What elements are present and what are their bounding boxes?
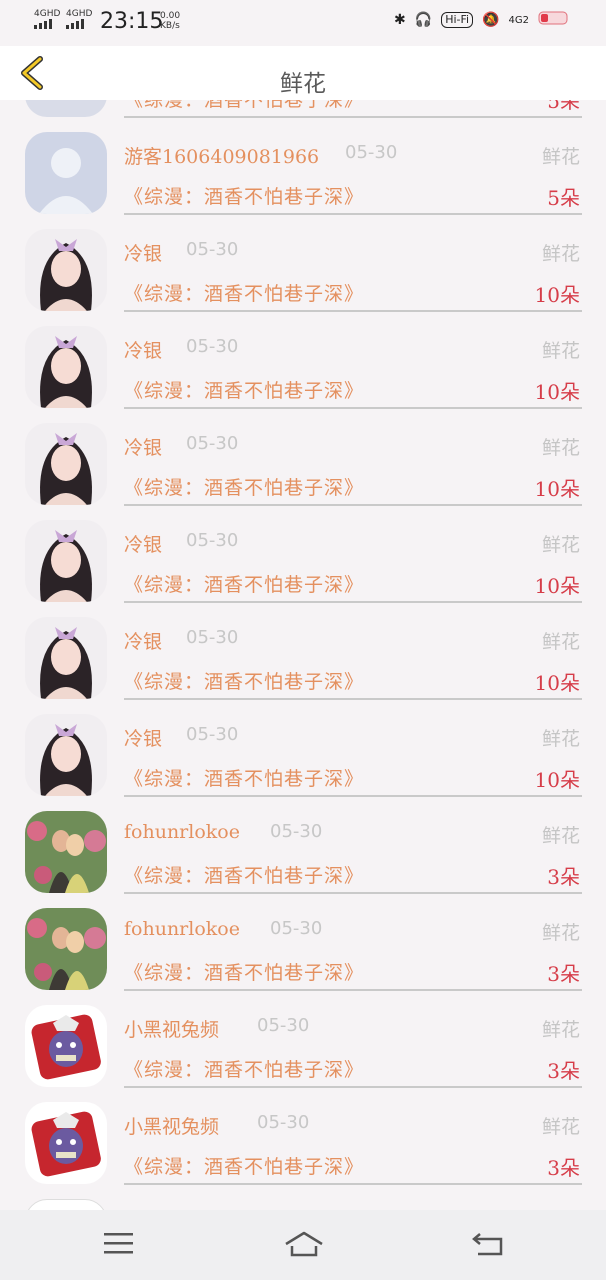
net-speed-unit: KB/s — [160, 21, 180, 31]
gift-type: 鲜花 — [541, 1019, 580, 1041]
gift-type: 鲜花 — [541, 534, 580, 556]
gift-date: 05-30 — [270, 821, 323, 842]
page-title: 鲜花 — [280, 71, 326, 97]
user-name: fohunrlokoe — [124, 821, 240, 843]
user-name: 冷银 — [124, 534, 163, 556]
gift-date: 05-30 — [186, 627, 239, 648]
list-item[interactable]: 冷银 05-30 鲜花 《综漫：酒香不怕巷子深》 10朵 — [0, 585, 606, 700]
gift-date: 05-30 — [186, 530, 239, 551]
mute-bell-icon: 🔕 — [482, 12, 500, 28]
user-name: fohunrlokoe — [124, 918, 240, 940]
signal-bars-icon — [34, 19, 52, 29]
user-name: 小黑视兔频 — [124, 1116, 220, 1138]
gift-type: 鲜花 — [541, 340, 580, 362]
net-speed-value: 0.00 — [160, 11, 181, 21]
user-name: 冷银 — [124, 340, 163, 362]
user-avatar — [25, 1199, 107, 1210]
battery-icon — [538, 10, 572, 30]
list-item[interactable]: 冷银 05-30 鲜花 《综漫：酒香不怕巷子深》 10朵 — [0, 294, 606, 409]
signal-2: 4GHD — [66, 9, 92, 32]
list-item[interactable]: 冷银 05-30 鲜花 《综漫：酒香不怕巷子深》 10朵 — [0, 391, 606, 506]
user-name: 冷银 — [124, 437, 163, 459]
app-header: 鲜花 — [0, 46, 606, 100]
bluetooth-icon: ✱ — [394, 12, 406, 28]
net-speed: 0.00 KB/s — [160, 11, 180, 31]
user-name: 冷银 — [124, 631, 163, 653]
gift-date: 05-30 — [257, 1112, 310, 1133]
headphones-icon: 🎧 — [414, 12, 433, 28]
signal-bars-icon — [66, 19, 84, 29]
list-item[interactable]: 冷银 05-30 鲜花 《综漫：酒香不怕巷子深》 10朵 — [0, 488, 606, 603]
list-item[interactable]: 游客1606409081966 05-30 鲜花 《综漫：酒香不怕巷子深》 5朵 — [0, 100, 606, 215]
user-name: 游客1606409081966 — [124, 146, 320, 168]
gift-date: 05-30 — [257, 1015, 310, 1036]
status-icons: ✱ 🎧 Hi-Fi 🔕 4G2 — [394, 10, 572, 30]
network-4g-label: 4G2 — [508, 14, 529, 26]
system-nav-bar — [0, 1210, 606, 1280]
user-name: 冷银 — [124, 243, 163, 265]
menu-button[interactable] — [104, 1230, 134, 1260]
gift-date: 05-30 — [345, 142, 398, 163]
gift-date: 05-30 — [270, 918, 323, 939]
signal-1-label: 4GHD — [34, 9, 61, 19]
gift-type: 鲜花 — [541, 437, 580, 459]
gift-date: 05-30 — [186, 336, 239, 357]
clock: 23:15 — [100, 9, 164, 34]
gift-type: 鲜花 — [541, 922, 580, 944]
gift-date: 05-30 — [186, 433, 239, 454]
list-item[interactable]: fohunrlokoe 05-30 鲜花 《综漫：酒香不怕巷子深》 3朵 — [0, 876, 606, 991]
gift-type: 鲜花 — [541, 825, 580, 847]
gift-type: 鲜花 — [541, 146, 580, 168]
back-arrow-icon — [472, 1233, 503, 1256]
list-item[interactable]: fohunrlokoe 05-30 鲜花 《综漫：酒香不怕巷子深》 3朵 — [0, 779, 606, 894]
list-item[interactable]: 冷银 05-30 鲜花 《综漫：酒香不怕巷子深》 10朵 — [0, 197, 606, 312]
user-name: 冷银 — [124, 728, 163, 750]
list-item[interactable]: 小黑视兔频 05-30 鲜花 《综漫：酒香不怕巷子深》 3朵 — [0, 973, 606, 1088]
menu-icon — [104, 1233, 133, 1254]
gift-date: 05-30 — [186, 724, 239, 745]
gift-type: 鲜花 — [541, 631, 580, 653]
list-item[interactable] — [0, 1167, 606, 1210]
list-item[interactable]: 小黑视兔频 05-30 鲜花 《综漫：酒香不怕巷子深》 3朵 — [0, 1070, 606, 1185]
signal-1: 4GHD — [34, 9, 60, 32]
list-item[interactable]: 冷银 05-30 鲜花 《综漫：酒香不怕巷子深》 10朵 — [0, 682, 606, 797]
gift-date: 05-30 — [186, 239, 239, 260]
home-icon — [285, 1231, 323, 1257]
gift-type: 鲜花 — [541, 1116, 580, 1138]
home-button[interactable] — [284, 1230, 324, 1262]
gift-type: 鲜花 — [541, 728, 580, 750]
signal-2-label: 4GHD — [66, 9, 93, 19]
user-name: 小黑视兔频 — [124, 1019, 220, 1041]
gift-type: 鲜花 — [541, 243, 580, 265]
flower-gift-list[interactable]: 《综漫：酒香不怕巷子深》 5朵 游客1606409081966 05-30 鲜花… — [0, 100, 606, 1210]
status-bar: 4GHD 4GHD 23:15 0.00 KB/s ✱ 🎧 Hi-Fi 🔕 4G… — [0, 0, 606, 46]
back-nav-button[interactable] — [472, 1230, 504, 1260]
hifi-badge: Hi-Fi — [441, 12, 474, 28]
